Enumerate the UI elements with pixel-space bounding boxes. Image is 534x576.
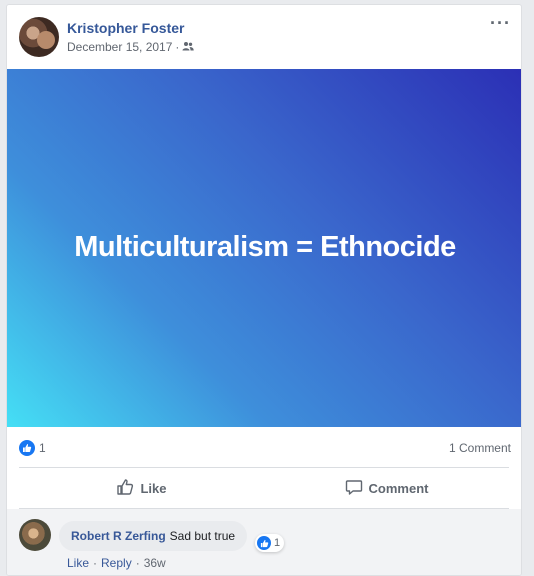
- post-stats: 1 1 Comment: [7, 427, 521, 467]
- thumbs-up-icon: [116, 478, 134, 499]
- like-reaction-icon: [257, 536, 271, 550]
- comment-reaction-count: 1: [274, 537, 281, 549]
- comment-reply-link[interactable]: Reply: [101, 556, 132, 570]
- comment-button-label: Comment: [368, 480, 429, 496]
- comment-text: Sad but true: [169, 529, 236, 543]
- action-bar: Like Comment: [19, 468, 509, 508]
- reaction-summary[interactable]: 1: [19, 440, 46, 456]
- comment-count-link[interactable]: 1 Comment: [449, 441, 511, 455]
- like-button[interactable]: Like: [19, 468, 264, 508]
- comment-separator: ·: [93, 556, 98, 570]
- more-options-icon[interactable]: ···: [490, 13, 511, 34]
- comment-like-link[interactable]: Like: [67, 556, 89, 570]
- commenter-name[interactable]: Robert R Zerfing: [71, 529, 166, 543]
- like-button-label: Like: [140, 480, 167, 496]
- comment-button[interactable]: Comment: [264, 468, 509, 508]
- like-count: 1: [39, 441, 46, 455]
- comment-actions: Like · Reply · 36w: [67, 556, 166, 570]
- commenter-avatar[interactable]: [19, 519, 51, 551]
- comment-reaction-badge[interactable]: 1: [255, 534, 285, 552]
- post-meta: December 15, 2017 ·: [67, 40, 195, 54]
- post-date[interactable]: December 15, 2017: [67, 40, 172, 54]
- author-avatar[interactable]: [19, 17, 59, 57]
- comment-icon: [345, 478, 363, 499]
- meta-separator: ·: [175, 40, 180, 54]
- comments-section: Robert R Zerfing Sad but true 1 Like · R…: [7, 509, 521, 575]
- comment-age[interactable]: 36w: [144, 556, 166, 570]
- comment-separator: ·: [135, 556, 140, 570]
- post-background-banner: Multiculturalism = Ethnocide: [7, 69, 521, 427]
- comment-bubble: Robert R Zerfing Sad but true: [59, 521, 248, 551]
- like-reaction-icon: [19, 440, 35, 456]
- post-author-name[interactable]: Kristopher Foster: [67, 20, 184, 36]
- post-card: Kristopher Foster December 15, 2017 · ··…: [6, 4, 522, 576]
- post-text: Multiculturalism = Ethnocide: [74, 230, 456, 263]
- friends-icon[interactable]: [182, 40, 195, 54]
